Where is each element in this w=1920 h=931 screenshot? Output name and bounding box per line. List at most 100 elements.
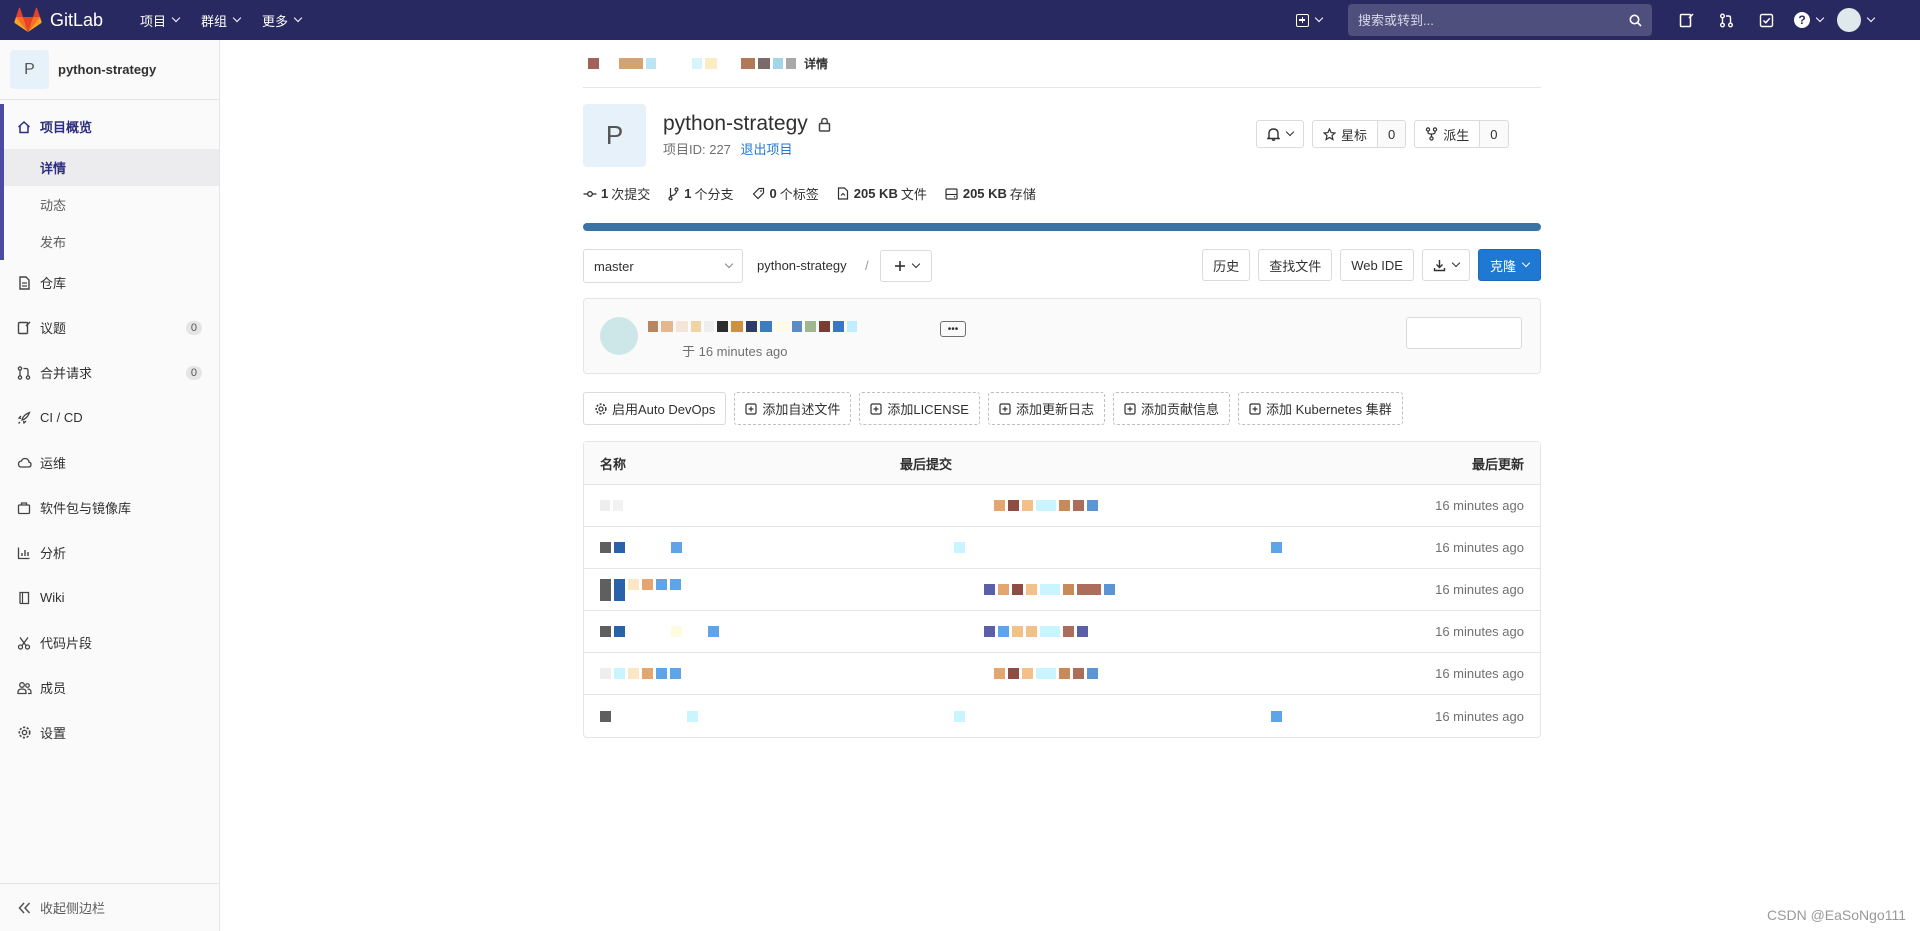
sidebar-subitem-details[interactable]: 详情 (4, 149, 219, 186)
add-to-tree-dropdown[interactable] (880, 250, 932, 282)
commit-author-avatar[interactable] (600, 317, 638, 355)
star-button[interactable]: 星标 (1312, 120, 1379, 148)
search-icon[interactable] (1629, 14, 1642, 27)
table-row[interactable]: 16 minutes ago (584, 611, 1540, 653)
sidebar-item-settings[interactable]: 设置 (0, 710, 219, 755)
redacted-commit-message[interactable] (984, 584, 1118, 595)
redacted-file-name[interactable] (600, 542, 685, 553)
user-menu-dropdown[interactable] (1837, 8, 1876, 32)
project-suggestions: 启用Auto DevOps 添加自述文件 添加LICENSE 添加更新日志 添加… (583, 392, 1411, 425)
sidebar-item-operations[interactable]: 运维 (0, 440, 219, 485)
files-stat[interactable]: 205 KB 文件 (837, 184, 927, 203)
sidebar-item-wiki[interactable]: Wiki (0, 575, 219, 620)
sidebar-item-packages[interactable]: 软件包与镜像库 (0, 485, 219, 530)
chevron-down-icon (1451, 258, 1461, 268)
brand-name: GitLab (50, 9, 104, 30)
suggestion-label: 添加LICENSE (887, 402, 969, 417)
download-dropdown[interactable] (1421, 249, 1470, 281)
add-changelog-button[interactable]: 添加更新日志 (987, 392, 1105, 425)
redacted-commit-message[interactable] (954, 542, 1285, 553)
redacted-commit-message[interactable] (994, 668, 1101, 679)
nav-more-dropdown[interactable]: 更多 (262, 11, 303, 30)
redacted-commit-message[interactable] (954, 710, 1285, 722)
plus-square-icon (870, 402, 882, 415)
sidebar-item-analytics[interactable]: 分析 (0, 530, 219, 575)
redacted-file-name[interactable] (600, 626, 722, 637)
table-row[interactable]: 16 minutes ago (584, 485, 1540, 527)
column-header-last-update: 最后更新 (1471, 456, 1524, 472)
commit-icon (583, 190, 597, 197)
chevron-down-icon (293, 13, 303, 23)
sidebar-item-snippets[interactable]: 代码片段 (0, 620, 219, 665)
star-count[interactable]: 0 (1378, 120, 1407, 148)
commits-stat[interactable]: 1 次提交 (583, 184, 650, 203)
chevron-down-icon (1866, 13, 1876, 23)
add-contributing-button[interactable]: 添加贡献信息 (1113, 392, 1231, 425)
breadcrumb-current[interactable]: 详情 (804, 55, 828, 72)
add-license-button[interactable]: 添加LICENSE (859, 392, 980, 425)
collapse-sidebar-button[interactable]: 收起侧边栏 (0, 883, 219, 931)
clone-dropdown[interactable]: 克隆 (1477, 249, 1541, 281)
chevron-down-icon (1314, 13, 1324, 23)
redacted-file-name[interactable] (600, 500, 626, 511)
star-label: 星标 (1341, 127, 1368, 143)
chevron-down-icon (724, 259, 734, 269)
search-input[interactable] (1358, 12, 1629, 28)
table-row[interactable]: 16 minutes ago (584, 695, 1540, 737)
plus-square-icon (1249, 402, 1261, 415)
sidebar-subitem-activity[interactable]: 动态 (4, 186, 219, 223)
issues-nav-icon[interactable] (1678, 12, 1694, 28)
redacted-file-name[interactable] (600, 668, 684, 679)
branches-stat[interactable]: 1 个分支 (668, 184, 734, 203)
table-row[interactable]: 16 minutes ago (584, 527, 1540, 569)
fork-button[interactable]: 派生 (1414, 120, 1481, 148)
history-button[interactable]: 历史 (1202, 249, 1251, 281)
sidebar-project-header[interactable]: P python-strategy (0, 40, 219, 100)
redacted-commit-message[interactable] (984, 626, 1091, 637)
redacted-commit-message[interactable] (994, 500, 1101, 511)
todos-nav-icon[interactable] (1758, 12, 1774, 28)
commit-sha-group[interactable] (1406, 317, 1522, 349)
add-kubernetes-cluster-button[interactable]: 添加 Kubernetes 集群 (1238, 392, 1403, 425)
gitlab-brand[interactable]: GitLab (14, 7, 114, 33)
enable-auto-devops-button[interactable]: 启用Auto DevOps (583, 392, 727, 425)
leave-project-link[interactable]: 退出项目 (741, 142, 793, 157)
add-readme-button[interactable]: 添加自述文件 (734, 392, 852, 425)
web-ide-button[interactable]: Web IDE (1340, 249, 1414, 281)
project-title-row: python-strategy (663, 112, 831, 136)
repository-languages-bar[interactable] (583, 223, 1541, 231)
sidebar-subitem-releases[interactable]: 发布 (4, 223, 219, 260)
sidebar-item-issues[interactable]: 议题 0 (0, 305, 219, 350)
double-chevron-left-icon (16, 900, 32, 916)
table-row[interactable]: 16 minutes ago (584, 653, 1540, 695)
redacted-breadcrumb-block (619, 58, 643, 69)
new-item-dropdown[interactable] (1296, 13, 1324, 27)
toggle-commit-description-button[interactable]: ••• (940, 321, 966, 337)
sidebar-item-members[interactable]: 成员 (0, 665, 219, 710)
merge-requests-count-badge: 0 (185, 365, 202, 380)
redacted-file-name[interactable] (600, 578, 684, 601)
sidebar-item-overview[interactable]: 项目概览 (4, 104, 219, 149)
storage-stat[interactable]: 205 KB 存储 (945, 184, 1036, 203)
tags-stat[interactable]: 0 个标签 (752, 184, 819, 203)
clone-label: 克隆 (1489, 258, 1516, 274)
redacted-file-name[interactable] (600, 710, 701, 722)
nav-groups-dropdown[interactable]: 群组 (201, 11, 242, 30)
sidebar-overview-group: 项目概览 详情 动态 发布 (0, 104, 219, 260)
find-file-button[interactable]: 查找文件 (1258, 249, 1333, 281)
plus-square-icon (1124, 402, 1136, 415)
redacted-breadcrumb-block (786, 58, 796, 69)
fork-count[interactable]: 0 (1480, 120, 1509, 148)
redacted-breadcrumb-block (588, 58, 599, 69)
merge-requests-nav-icon[interactable] (1718, 12, 1734, 28)
help-dropdown[interactable]: ? (1794, 12, 1825, 28)
sidebar-item-merge-requests[interactable]: 合并请求 0 (0, 350, 219, 395)
branch-selector[interactable]: master (583, 249, 743, 283)
notification-dropdown[interactable] (1256, 120, 1304, 148)
redacted-commit-message[interactable] (648, 321, 860, 332)
sidebar-item-repository[interactable]: 仓库 (0, 260, 219, 305)
table-row[interactable]: 16 minutes ago (584, 569, 1540, 611)
sidebar-item-ci-cd[interactable]: CI / CD (0, 395, 219, 440)
repository-path-link[interactable]: python-strategy (757, 258, 847, 273)
nav-projects-dropdown[interactable]: 项目 (140, 11, 181, 30)
